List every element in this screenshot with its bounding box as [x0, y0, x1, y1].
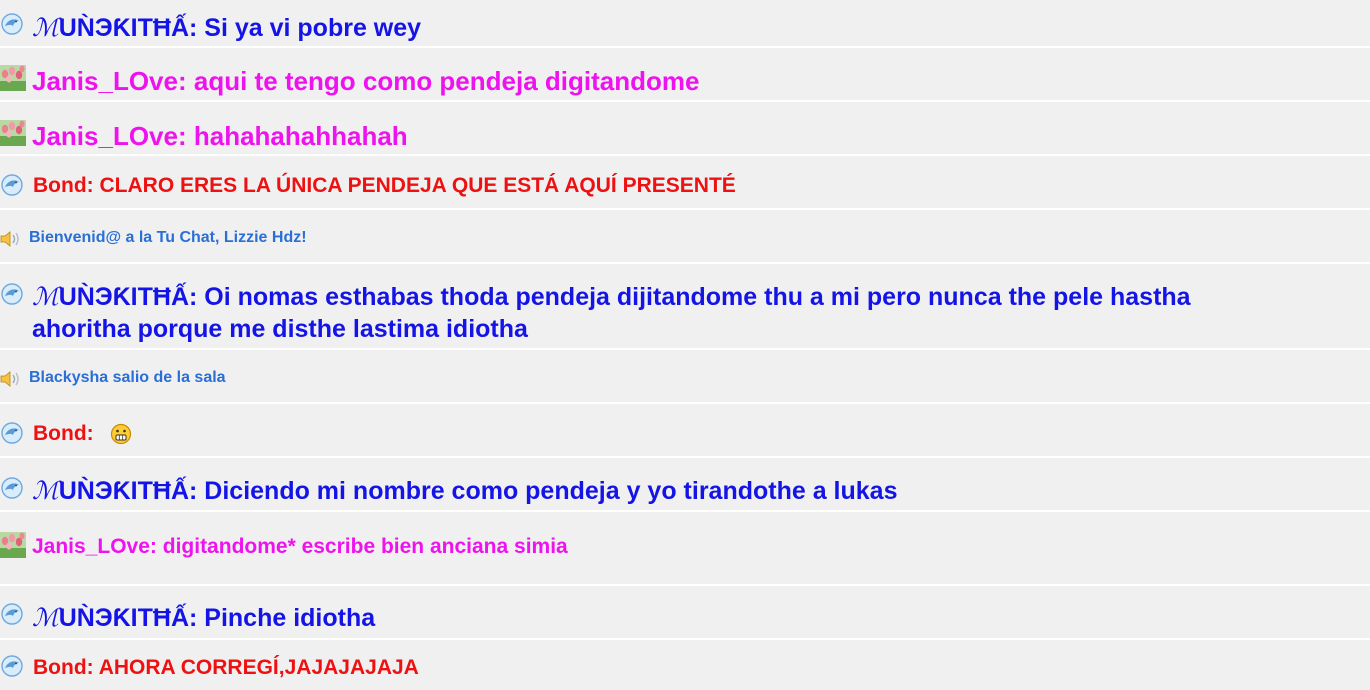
- grimace-emoticon-icon: [110, 423, 132, 445]
- username: Bond:: [33, 174, 94, 197]
- speaker-icon: [0, 371, 19, 387]
- chat-message: ℳUǸЭƘITĦẤ: Oi nomas esthabas thoda pende…: [0, 264, 1370, 350]
- system-message: Bienvenid@ a la Tu Chat, Lizzie Hdz!: [0, 210, 1370, 264]
- username: Janis_LOve:: [32, 121, 187, 151]
- message-text: CLARO ERES LA ÚNICA PENDEJA QUE ESTÁ AQU…: [93, 174, 736, 197]
- username: UǸЭƘITĦẤ:: [58, 477, 198, 505]
- message-text: AHORA CORREGÍ,JAJAJAJAJA: [93, 656, 419, 679]
- dolphin-icon: [1, 174, 23, 196]
- message-text: Bienvenid@ a la Tu Chat, Lizzie Hdz!: [29, 229, 307, 246]
- tulips-icon: [0, 65, 26, 91]
- message-text: digitandome* escribe bien anciana simia: [156, 535, 568, 558]
- message-text: Blackysha salio de la sala: [29, 369, 226, 386]
- chat-message: Bond: AHORA CORREGÍ,JAJAJAJAJA: [0, 640, 1370, 690]
- chat-message: Janis_LOve: hahahahahhahah: [0, 102, 1370, 156]
- speaker-icon: [0, 231, 19, 247]
- tulips-icon: [0, 532, 26, 558]
- dolphin-icon: [1, 603, 23, 625]
- tulips-icon: [0, 120, 26, 146]
- message-text: aqui te tengo como pendeja digitandome: [186, 66, 700, 96]
- message-text: Diciendo mi nombre como pendeja y yo tir…: [197, 477, 898, 505]
- username-initial: ℳ: [32, 603, 59, 632]
- chat-message: Bond:: [0, 404, 1370, 458]
- dolphin-icon: [1, 422, 23, 444]
- message-text: Si ya vi pobre wey: [197, 14, 422, 42]
- chat-message: ℳUǸЭƘITĦẤ: Diciendo mi nombre como pende…: [0, 458, 1370, 512]
- dolphin-icon: [1, 283, 23, 305]
- dolphin-icon: [1, 13, 23, 35]
- dolphin-icon: [1, 477, 23, 499]
- system-message: Blackysha salio de la sala: [0, 350, 1370, 404]
- chat-message: Bond: CLARO ERES LA ÚNICA PENDEJA QUE ES…: [0, 156, 1370, 210]
- chat-message: Janis_LOve: digitandome* escribe bien an…: [0, 512, 1370, 586]
- username: Bond:: [33, 656, 94, 679]
- username: UǸЭƘITĦẤ:: [58, 14, 198, 42]
- chat-message: Janis_LOve: aqui te tengo como pendeja d…: [0, 48, 1370, 102]
- dolphin-icon: [1, 655, 23, 677]
- message-text: hahahahahhahah: [186, 121, 408, 151]
- username: UǸЭƘITĦẤ:: [58, 604, 198, 632]
- chat-message: ℳUǸЭƘITĦẤ: Pinche idiotha: [0, 586, 1370, 640]
- username-initial: ℳ: [32, 13, 59, 42]
- username-initial: ℳ: [32, 476, 59, 505]
- username: Janis_LOve:: [32, 535, 157, 558]
- username: Janis_LOve:: [32, 66, 187, 96]
- username: UǸЭƘITĦẤ:: [58, 283, 198, 311]
- chat-message: ℳUǸЭƘITĦẤ: Si ya vi pobre wey: [0, 0, 1370, 48]
- message-text-continued: ahoritha porque me disthe lastima idioth…: [32, 315, 528, 343]
- chat-log: ℳUǸЭƘITĦẤ: Si ya vi pobre wey Janis_LOve…: [0, 0, 1370, 690]
- username-initial: ℳ: [32, 282, 59, 311]
- message-text: Pinche idiotha: [197, 604, 376, 632]
- username: Bond:: [33, 422, 94, 445]
- message-text: Oi nomas esthabas thoda pendeja dijitand…: [197, 283, 1191, 311]
